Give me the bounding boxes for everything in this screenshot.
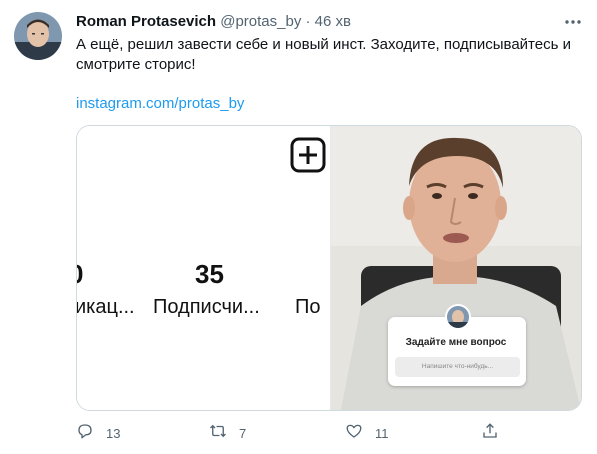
tweet-link[interactable]: instagram.com/protas_by bbox=[76, 94, 244, 114]
followers-count: 35 bbox=[195, 259, 224, 289]
author-name[interactable]: Roman Protasevich bbox=[76, 13, 216, 30]
author-handle[interactable]: @protas_by bbox=[220, 13, 301, 30]
question-sticker-input: Напишите что-нибудь... bbox=[395, 357, 520, 377]
following-partial-label: По bbox=[295, 296, 321, 318]
like-button[interactable]: 11 bbox=[345, 420, 389, 446]
stat-partial-label: икац... bbox=[77, 296, 135, 318]
tweet-text: А ещё, решил завести себе и новый инст. … bbox=[76, 36, 571, 73]
author-avatar-image bbox=[14, 12, 62, 60]
retweet-button[interactable]: 7 bbox=[209, 420, 246, 446]
like-icon bbox=[345, 422, 363, 445]
tweet-header: Roman Protasevich @protas_by · 46 хв bbox=[76, 13, 587, 31]
stat-partial-number: 0 bbox=[77, 259, 83, 290]
tweet-timestamp[interactable]: 46 хв bbox=[315, 13, 351, 30]
share-button[interactable] bbox=[481, 420, 499, 446]
author-avatar[interactable] bbox=[14, 12, 62, 60]
media-image-profile-stats[interactable]: 0 икац... 35 Подписчи... По bbox=[77, 126, 330, 410]
more-icon[interactable] bbox=[563, 12, 583, 32]
reply-button[interactable]: 13 bbox=[76, 420, 120, 446]
reply-icon bbox=[76, 422, 94, 445]
reply-count: 13 bbox=[106, 425, 121, 441]
like-count: 11 bbox=[375, 425, 389, 441]
share-icon bbox=[481, 422, 499, 445]
question-sticker-title: Задайте мне вопрос bbox=[405, 337, 507, 348]
tweet-media[interactable]: 0 икац... 35 Подписчи... По bbox=[76, 125, 582, 411]
followers-label: Подписчи... bbox=[153, 296, 260, 318]
retweet-icon bbox=[209, 422, 227, 445]
tweet-actions: 13 7 11 bbox=[0, 420, 597, 446]
separator-dot: · bbox=[305, 13, 311, 30]
media-image-story[interactable]: Задайте мне вопрос Напишите что-нибудь..… bbox=[331, 126, 581, 410]
plus-square-icon bbox=[290, 137, 326, 173]
question-sticker-avatar bbox=[445, 304, 471, 330]
retweet-count: 7 bbox=[239, 425, 247, 441]
